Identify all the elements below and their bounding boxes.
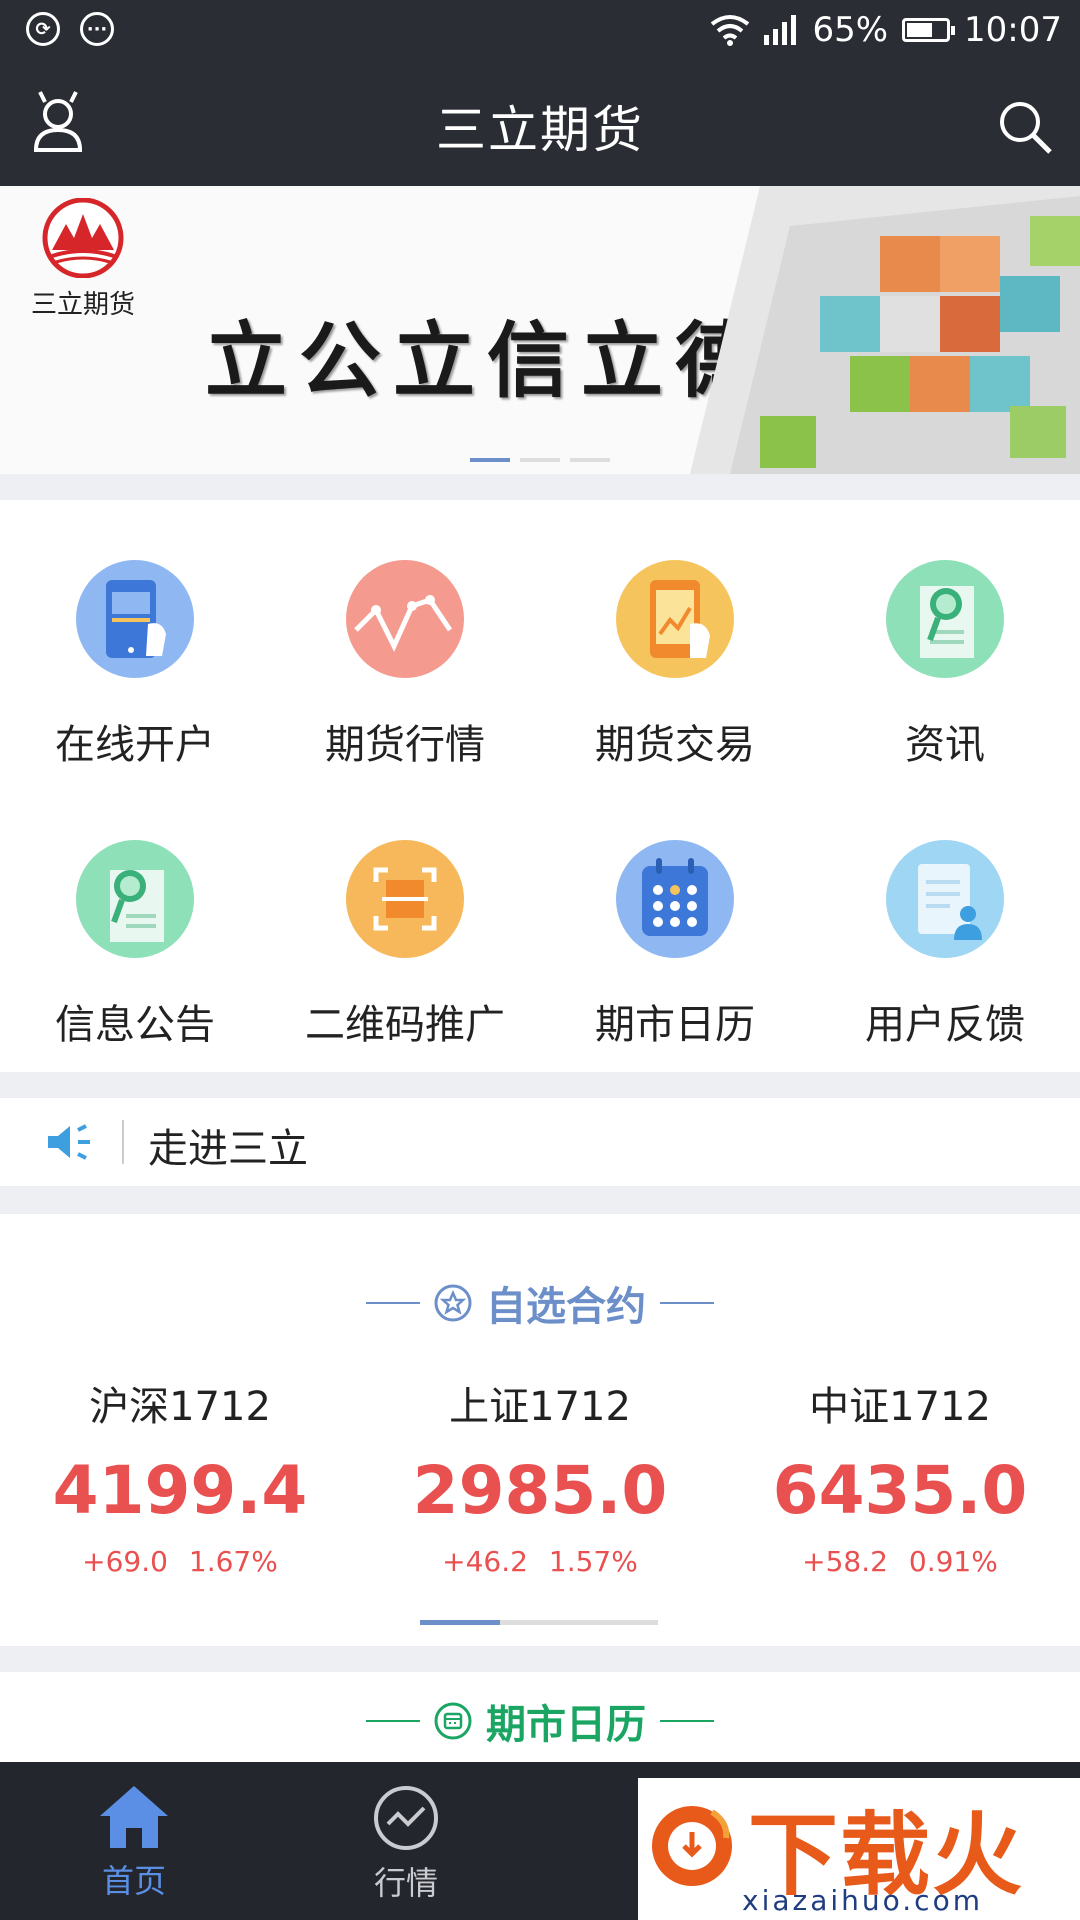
clock: 10:07	[964, 10, 1062, 50]
notice-text[interactable]: 走进三立	[148, 1116, 308, 1174]
company-logo: 三立期货	[18, 197, 148, 321]
divider	[660, 1720, 714, 1722]
logo-text: 三立期货	[30, 290, 135, 320]
sanli-logo-icon	[42, 197, 124, 279]
menu-online-account[interactable]: 在线开户	[0, 560, 270, 770]
contract-change: +58.2 0.91%	[720, 1545, 1080, 1578]
change-value: +58.2	[802, 1545, 888, 1578]
futures-quotes-icon	[346, 560, 464, 678]
menu-calendar[interactable]: 期市日历	[540, 840, 810, 1050]
announcement-icon	[76, 840, 194, 958]
menu-label: 用户反馈	[865, 1002, 1025, 1048]
contract-price: 4199.4	[52, 1452, 308, 1529]
menu-label: 期货行情	[325, 722, 485, 768]
fire-logo-icon	[652, 1806, 732, 1886]
contract-name: 沪深1712	[89, 1384, 271, 1430]
more-icon: ···	[80, 12, 114, 46]
futures-trading-icon	[616, 560, 734, 678]
contract-price: 6435.0	[772, 1452, 1028, 1529]
menu-label: 期市日历	[595, 1002, 755, 1048]
section-title: 期市日历	[486, 1702, 646, 1748]
divider	[366, 1720, 420, 1722]
app-header: 三立期货	[0, 62, 1080, 186]
menu-label: 在线开户	[55, 722, 215, 768]
battery-percent: 65%	[812, 10, 889, 50]
speaker-icon	[48, 1124, 90, 1160]
chart-icon	[374, 1786, 438, 1850]
news-icon	[886, 560, 1004, 678]
tab-home[interactable]: 首页	[34, 1784, 234, 1902]
signal-icon	[764, 15, 797, 45]
menu-news[interactable]: 资讯	[810, 560, 1080, 770]
scroll-thumb	[420, 1620, 500, 1625]
change-percent: 0.91%	[908, 1545, 998, 1578]
battery-level	[907, 23, 932, 37]
calendar-icon	[616, 840, 734, 958]
change-percent: 1.57%	[548, 1545, 638, 1578]
contract-name: 中证1712	[809, 1384, 991, 1430]
contract-price: 2985.0	[412, 1452, 668, 1529]
banner-dot[interactable]	[520, 458, 560, 462]
status-indicators: 65% 10:07	[710, 10, 1062, 50]
sync-icon: ⟳	[26, 12, 60, 46]
menu-announcement[interactable]: 信息公告	[0, 840, 270, 1050]
tab-label: 首页	[101, 1862, 166, 1900]
menu-label: 期货交易	[595, 722, 755, 768]
menu-label: 资讯	[905, 722, 985, 768]
change-percent: 1.67%	[188, 1545, 278, 1578]
calendar-small-icon	[434, 1702, 472, 1740]
section-title: 自选合约	[486, 1284, 646, 1330]
contract-card[interactable]: 上证1712 2985.0 +46.2 1.57%	[360, 1374, 720, 1578]
contract-card[interactable]: 沪深1712 4199.4 +69.0 1.67%	[0, 1374, 360, 1578]
home-icon	[100, 1786, 168, 1848]
page-title: 三立期货	[436, 101, 644, 159]
menu-feedback[interactable]: 用户反馈	[810, 840, 1080, 1050]
contract-card[interactable]: 中证1712 6435.0 +58.2 0.91%	[720, 1374, 1080, 1578]
menu-label: 二维码推广	[305, 1002, 505, 1048]
watchlist-section: 自选合约 沪深1712 4199.4 +69.0 1.67% 上证1712 29…	[0, 1214, 1080, 1646]
calendar-section: 期市日历	[0, 1672, 1080, 1762]
contract-name: 上证1712	[449, 1384, 631, 1430]
menu-qrcode-promo[interactable]: 二维码推广	[270, 840, 540, 1050]
battery-icon	[902, 18, 956, 42]
feedback-icon	[886, 840, 1004, 958]
search-icon[interactable]	[996, 98, 1054, 156]
status-bar: ⟳ ··· 65% 10:07	[0, 0, 1080, 62]
contract-change: +69.0 1.67%	[0, 1545, 360, 1578]
cube-graphic	[690, 186, 1080, 474]
divider	[366, 1302, 420, 1304]
watchlist-scroll-indicator	[420, 1620, 658, 1625]
status-notifications: ⟳ ···	[26, 12, 114, 46]
menu-futures-quotes[interactable]: 期货行情	[270, 560, 540, 770]
watchlist-header: 自选合约	[0, 1274, 1080, 1332]
tab-label: 行情	[373, 1864, 438, 1902]
divider	[660, 1302, 714, 1304]
site-watermark: 下载火 xiazaihuo.com	[638, 1778, 1080, 1920]
banner-dot[interactable]	[570, 458, 610, 462]
tab-quotes[interactable]: 行情	[306, 1784, 506, 1904]
change-value: +69.0	[82, 1545, 168, 1578]
qrcode-promo-icon	[346, 840, 464, 958]
change-value: +46.2	[442, 1545, 528, 1578]
quick-menu: 在线开户 期货行情 期货交易 资讯 信息公告 二维码推广 期市日历 用户反馈	[0, 500, 1080, 1072]
notice-bar[interactable]: 走进三立	[0, 1098, 1080, 1186]
divider	[122, 1120, 124, 1164]
menu-label: 信息公告	[55, 1002, 215, 1048]
contract-change: +46.2 1.57%	[360, 1545, 720, 1578]
menu-futures-trading[interactable]: 期货交易	[540, 560, 810, 770]
calendar-header: 期市日历	[0, 1692, 1080, 1750]
banner-pagination	[470, 458, 610, 462]
promo-banner[interactable]: 三立期货 立公立信立德	[0, 186, 1080, 474]
online-account-icon	[76, 560, 194, 678]
watermark-url: xiazaihuo.com	[742, 1884, 983, 1917]
star-icon	[434, 1284, 472, 1322]
wifi-icon	[711, 15, 750, 46]
banner-dot[interactable]	[470, 458, 510, 462]
